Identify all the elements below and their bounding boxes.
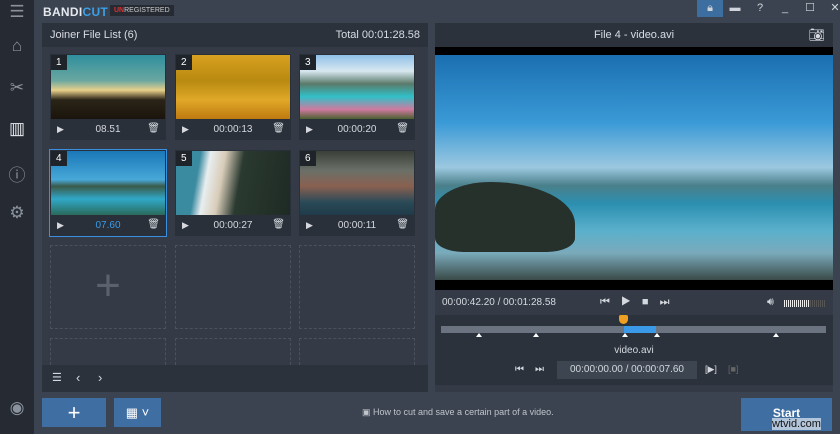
- menu-icon[interactable]: ☰: [0, 2, 34, 22]
- file-number: 4: [51, 151, 67, 166]
- file-card[interactable]: 6 ▶ 00:00:11 🗑︎: [299, 150, 415, 236]
- help-icon[interactable]: ?: [747, 0, 773, 17]
- clip-time-field[interactable]: 00:00:00.00 / 00:00:07.60: [557, 361, 697, 379]
- clip-boundary-marker: [622, 333, 628, 337]
- empty-slot: [175, 338, 291, 365]
- transport-controls: ⏮ ▶ ■ ⏭: [600, 296, 669, 309]
- file-card[interactable]: 5 ▶ 00:00:27 🗑︎: [175, 150, 291, 236]
- trash-icon[interactable]: 🗑︎: [272, 123, 285, 134]
- cut-icon[interactable]: ✂: [0, 78, 34, 98]
- stop-selection-icon[interactable]: [■]: [728, 364, 738, 374]
- thumbnail[interactable]: [176, 151, 290, 215]
- unregistered-badge[interactable]: UNREGISTERED: [110, 5, 174, 16]
- prev-icon[interactable]: ‹: [76, 370, 80, 385]
- next-frame-icon[interactable]: ⏭: [660, 296, 670, 308]
- file-number: 2: [176, 55, 192, 70]
- joiner-title: Joiner File List (6): [50, 29, 138, 41]
- trash-icon[interactable]: 🗑︎: [147, 123, 160, 134]
- playhead[interactable]: [619, 315, 628, 324]
- file-number: 3: [300, 55, 316, 70]
- camera-icon[interactable]: 📷︎: [808, 23, 825, 47]
- clip-boundary-marker: [654, 333, 660, 337]
- thumbnail[interactable]: [51, 55, 165, 119]
- add-file-slot[interactable]: +: [50, 245, 166, 329]
- clip-end-icon[interactable]: ⏭: [535, 364, 544, 375]
- title-bar: BANDICUT UNREGISTERED 🔒︎ ▬ ? _ ☐ ✕: [34, 0, 840, 22]
- trash-icon[interactable]: 🗑︎: [396, 123, 409, 134]
- file-card[interactable]: 3 ▶ 00:00:20 🗑︎: [299, 54, 415, 140]
- next-icon[interactable]: ›: [98, 370, 102, 385]
- joiner-panel: Joiner File List (6) Total 00:01:28.58 1…: [42, 23, 428, 392]
- home-icon[interactable]: ⌂: [0, 36, 34, 56]
- output-format-button[interactable]: ▦ ˅: [114, 398, 161, 427]
- clip-boundary-marker: [773, 333, 779, 337]
- file-number: 1: [51, 55, 67, 70]
- clear-list-icon[interactable]: ☰: [52, 371, 62, 384]
- playback-time: 00:00:42.20 / 00:01:28.58: [442, 297, 556, 308]
- file-card[interactable]: 1 ▶ 08.51 🗑︎: [50, 54, 166, 140]
- thumbnail[interactable]: [51, 151, 165, 215]
- info-icon[interactable]: ⓘ: [0, 161, 34, 186]
- thumbnail[interactable]: [300, 55, 414, 119]
- close-button[interactable]: ✕: [822, 0, 840, 17]
- timeline-area: video.avi ⏮ ⏭ 00:00:00.00 / 00:00:07.60 …: [435, 315, 833, 385]
- selected-clip-segment[interactable]: [624, 326, 656, 333]
- trash-icon[interactable]: 🗑︎: [396, 219, 409, 230]
- tip-icon: ▣: [362, 407, 374, 417]
- player-panel: File 4 - video.avi 📷︎ 00:00:42.20 / 00:0…: [435, 23, 833, 392]
- file-number: 5: [176, 151, 192, 166]
- maximize-button[interactable]: ☐: [797, 0, 823, 17]
- sidebar: ☰ ⌂ ✂ ▥ ⓘ ⚙ ◉: [0, 0, 34, 434]
- record-icon[interactable]: ◉: [0, 398, 34, 418]
- total-duration: Total 00:01:28.58: [335, 29, 420, 41]
- empty-slot: [50, 338, 166, 365]
- clip-name: video.avi: [614, 345, 654, 356]
- logo: BANDICUT: [43, 5, 109, 19]
- file-card[interactable]: 2 ▶ 00:00:13 🗑︎: [175, 54, 291, 140]
- trash-icon[interactable]: 🗑︎: [147, 219, 160, 230]
- empty-slot: [299, 338, 415, 365]
- folder-icon[interactable]: ▬: [722, 0, 748, 17]
- play-selection-icon[interactable]: [▶]: [705, 364, 717, 375]
- stop-icon[interactable]: ■: [642, 296, 649, 308]
- trash-icon[interactable]: 🗑︎: [272, 219, 285, 230]
- play-icon[interactable]: ▶: [621, 296, 631, 308]
- joiner-header: Joiner File List (6) Total 00:01:28.58: [42, 23, 428, 47]
- joiner-icon[interactable]: ▥: [0, 119, 34, 139]
- video-preview[interactable]: [435, 47, 833, 290]
- thumbnail[interactable]: [176, 55, 290, 119]
- thumbnail[interactable]: [300, 151, 414, 215]
- player-header: File 4 - video.avi 📷︎: [435, 23, 833, 47]
- minimize-button[interactable]: _: [772, 0, 798, 17]
- watermark: wtvid.com: [772, 418, 821, 430]
- clip-boundary-marker: [476, 333, 482, 337]
- lock-icon[interactable]: 🔒︎: [697, 0, 723, 17]
- tip[interactable]: ▣ How to cut and save a certain part of …: [362, 407, 554, 418]
- clip-start-icon[interactable]: ⏮: [515, 364, 524, 375]
- list-toolbar: ☰ ‹ ›: [42, 365, 428, 392]
- gear-icon[interactable]: ⚙: [0, 203, 34, 223]
- empty-slot: [175, 245, 291, 329]
- volume-icon[interactable]: 🔊︎: [767, 296, 774, 309]
- file-number: 6: [300, 151, 316, 166]
- clip-boundary-marker: [533, 333, 539, 337]
- prev-frame-icon[interactable]: ⏮: [600, 296, 610, 308]
- add-file-button[interactable]: +: [42, 398, 106, 427]
- volume-slider[interactable]: [784, 300, 826, 307]
- file-card[interactable]: 4 ▶ 07.60 🗑︎: [49, 149, 167, 237]
- empty-slot: [299, 245, 415, 329]
- player-title: File 4 - video.avi: [593, 29, 675, 41]
